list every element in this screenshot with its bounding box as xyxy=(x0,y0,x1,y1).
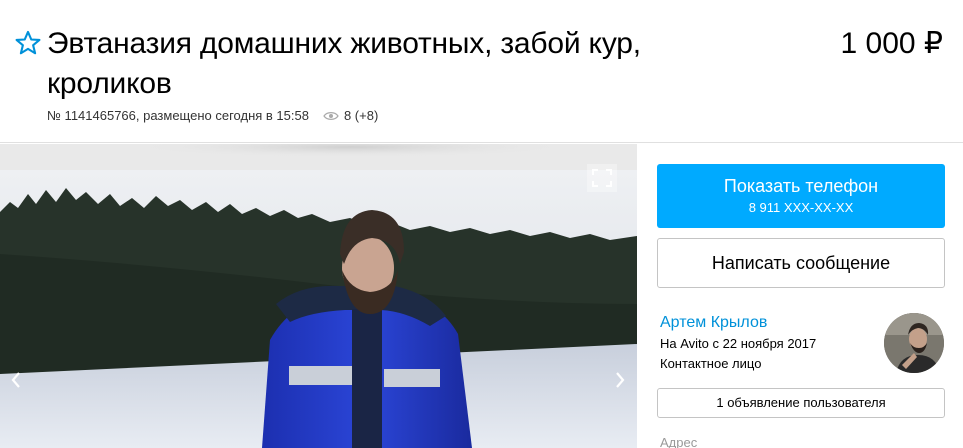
show-phone-button[interactable]: Показать телефон 8 911 XXX-XX-XX xyxy=(657,164,945,228)
eye-icon xyxy=(323,111,339,120)
listing-header: Эвтаназия домашних животных, забой кур, … xyxy=(0,0,963,143)
listing-number-date: № 1141465766, размещено сегодня в 15:58 xyxy=(47,108,309,123)
listing-photo xyxy=(0,144,637,448)
photo-gallery[interactable] xyxy=(0,144,637,448)
listing-price: 1 000 ₽ xyxy=(840,27,944,60)
seller-name-link[interactable]: Артем Крылов xyxy=(660,314,767,332)
chevron-left-icon[interactable] xyxy=(6,362,26,398)
fullscreen-icon[interactable] xyxy=(587,164,617,192)
chevron-right-icon[interactable] xyxy=(610,362,630,398)
seller-type: Контактное лицо xyxy=(660,356,762,371)
listing-title: Эвтаназия домашних животных, забой кур, … xyxy=(47,27,641,100)
address-label: Адрес xyxy=(660,435,698,448)
show-phone-label: Показать телефон xyxy=(723,176,879,196)
listing-meta: № 1141465766, размещено сегодня в 15:58 … xyxy=(47,108,378,123)
views-count: 8 (+8) xyxy=(343,108,379,123)
favorite-star-icon[interactable] xyxy=(14,29,42,57)
view-counter: 8 (+8) xyxy=(323,108,378,123)
seller-avatar[interactable] xyxy=(884,313,944,373)
seller-since: На Avito с 22 ноября 2017 xyxy=(660,336,817,351)
write-message-button[interactable]: Написать сообщение xyxy=(657,238,945,288)
masked-phone: 8 911 XXX-XX-XX xyxy=(748,200,854,215)
user-ads-button[interactable]: 1 объявление пользователя xyxy=(657,388,945,418)
